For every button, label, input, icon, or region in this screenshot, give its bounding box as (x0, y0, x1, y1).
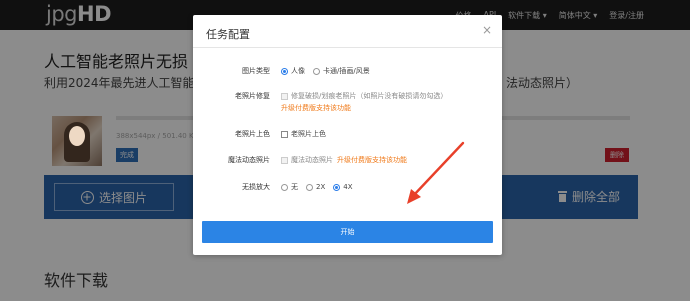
task-config-dialog: 任务配置 × 图片类型 人像 卡通/插画/风景 老照片修复 修复破损/划痕老照片… (193, 15, 502, 255)
dialog-title: 任务配置 (206, 28, 250, 41)
radio-unchecked-icon (306, 183, 313, 191)
image-type-options: 人像 卡通/插画/风景 (281, 66, 378, 76)
close-icon[interactable]: × (482, 23, 492, 37)
radio-checked-icon (281, 67, 288, 75)
colorize-option[interactable]: 老照片上色 (281, 129, 326, 139)
repair-upgrade-note[interactable]: 升级付费版支持该功能 (281, 103, 351, 113)
radio-none[interactable]: 无 (281, 182, 298, 192)
radio-portrait[interactable]: 人像 (281, 66, 305, 76)
dialog-divider (193, 47, 502, 48)
radio-unchecked-icon (313, 67, 320, 75)
checkbox-icon (281, 130, 288, 138)
magic-label: 魔法动态照片 (228, 156, 270, 164)
magic-upgrade-note[interactable]: 升级付费版支持该功能 (337, 155, 407, 165)
repair-label: 老照片修复 (235, 92, 270, 100)
upscale-label: 无损放大 (242, 183, 270, 191)
upscale-options: 无 2X 4X (281, 182, 361, 192)
checkbox-icon (281, 156, 288, 164)
radio-checked-icon (333, 183, 341, 191)
magic-option[interactable]: 魔法动态照片 升级付费版支持该功能 (281, 155, 407, 165)
start-button[interactable]: 开始 (202, 221, 493, 243)
colorize-label: 老照片上色 (235, 130, 270, 138)
image-type-label: 图片类型 (242, 67, 270, 75)
radio-unchecked-icon (281, 183, 288, 191)
radio-4x[interactable]: 4X (333, 183, 353, 191)
radio-cartoon[interactable]: 卡通/插画/风景 (313, 66, 370, 76)
repair-option[interactable]: 修复破损/划痕老照片（如照片没有破损请勿勾选） (281, 91, 447, 101)
radio-2x[interactable]: 2X (306, 183, 325, 191)
checkbox-icon (281, 92, 288, 100)
